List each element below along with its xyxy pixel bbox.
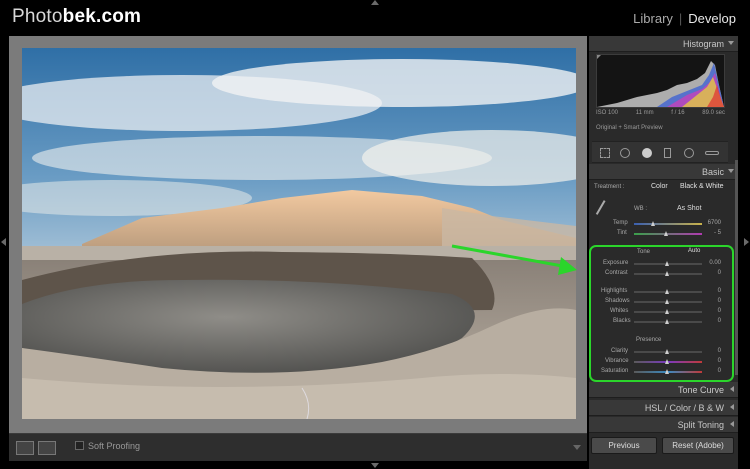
wb-dropdown[interactable]: As Shot xyxy=(677,205,702,212)
chevron-left-icon xyxy=(730,386,734,392)
soft-proofing-toggle[interactable]: Soft Proofing xyxy=(75,441,140,451)
temp-slider-knob[interactable] xyxy=(651,221,655,226)
original-preview-status: Original + Smart Preview xyxy=(596,125,663,131)
chevron-left-icon xyxy=(730,421,734,427)
loupe-view-button[interactable] xyxy=(16,441,34,455)
tint-slider-knob[interactable] xyxy=(664,231,668,236)
top-bar: Photobek.com Library | Develop xyxy=(0,0,750,36)
treatment-row: Treatment : Color Black & White xyxy=(594,183,724,190)
adjustment-brush-icon[interactable] xyxy=(705,151,719,155)
exif-info: ISO 100 11 mm f / 16 89.0 sec xyxy=(596,110,725,116)
right-panel-toggle-icon[interactable] xyxy=(744,238,749,246)
tone-highlight-frame xyxy=(589,245,734,382)
treatment-color-option[interactable]: Color xyxy=(651,183,668,190)
tone-curve-panel-header[interactable]: Tone Curve xyxy=(589,382,738,398)
chevron-down-icon xyxy=(728,169,734,173)
radial-filter-icon[interactable] xyxy=(684,148,694,158)
left-panel-toggle-icon[interactable] xyxy=(1,238,6,246)
hsl-panel-header[interactable]: HSL / Color / B & W xyxy=(589,400,738,416)
bottom-toolbar: Soft Proofing xyxy=(9,433,587,461)
bottom-panel-toggle-icon[interactable] xyxy=(371,463,379,468)
split-toning-panel-header[interactable]: Split Toning xyxy=(589,417,738,433)
chevron-left-icon xyxy=(730,404,734,410)
tool-strip xyxy=(592,141,728,163)
brand-logo: Photobek.com xyxy=(12,6,142,27)
before-after-view-button[interactable] xyxy=(38,441,56,455)
temp-slider[interactable] xyxy=(634,223,702,225)
photo-preview xyxy=(22,48,576,419)
panel-scrollbar[interactable] xyxy=(735,160,738,375)
annotation-arrow xyxy=(451,244,577,275)
panel-buttons: Previous Reset (Adobe) xyxy=(589,437,738,455)
top-panel-toggle-icon[interactable] xyxy=(371,0,379,5)
spot-removal-icon[interactable] xyxy=(620,148,630,158)
histogram-graph xyxy=(596,54,725,108)
treatment-bw-option[interactable]: Black & White xyxy=(680,183,724,190)
basic-panel-header[interactable]: Basic xyxy=(589,164,738,180)
toolbar-menu-icon[interactable] xyxy=(573,445,581,450)
reset-button[interactable]: Reset (Adobe) xyxy=(662,437,734,454)
graduated-filter-icon[interactable] xyxy=(664,148,671,158)
image-canvas[interactable] xyxy=(9,36,587,433)
module-library[interactable]: Library xyxy=(633,11,673,26)
module-separator: | xyxy=(678,11,683,26)
chevron-down-icon xyxy=(728,41,734,45)
module-develop[interactable]: Develop xyxy=(688,11,736,26)
eyedropper-icon[interactable] xyxy=(595,200,615,220)
previous-button[interactable]: Previous xyxy=(591,437,657,454)
crop-icon[interactable] xyxy=(600,148,610,158)
red-eye-icon[interactable] xyxy=(642,148,652,158)
histogram-panel-header[interactable]: Histogram xyxy=(589,36,738,52)
module-picker: Library | Develop xyxy=(633,11,736,26)
tint-slider[interactable] xyxy=(634,233,702,235)
soft-proofing-checkbox[interactable] xyxy=(75,441,84,450)
